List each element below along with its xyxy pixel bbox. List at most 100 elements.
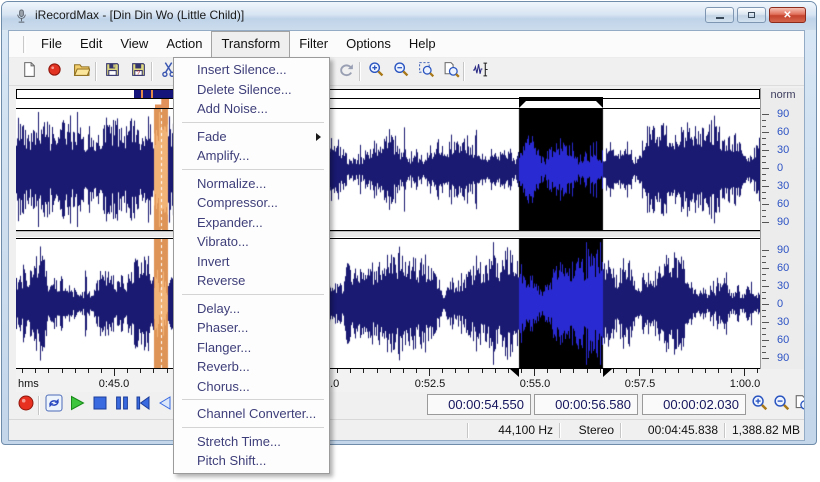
menu-item-normalize[interactable]: Normalize... xyxy=(174,174,329,194)
play-button[interactable] xyxy=(67,395,87,415)
status-sample-rate: 44,100 Hz xyxy=(471,423,553,437)
scale-tick xyxy=(762,298,766,299)
svg-text:?: ? xyxy=(136,70,140,77)
waveform-channel-left[interactable] xyxy=(16,108,760,231)
menu-item-reverb[interactable]: Reverb... xyxy=(174,357,329,377)
toolbar-separator xyxy=(463,62,465,81)
menu-filter[interactable]: Filter xyxy=(290,31,337,57)
record-button[interactable] xyxy=(16,395,36,415)
menu-separator xyxy=(182,294,324,295)
scale-label: 90 xyxy=(777,108,803,120)
waveform-canvas-left[interactable] xyxy=(16,109,760,230)
scale-label: 0 xyxy=(777,162,803,174)
ruler-tick xyxy=(403,369,404,373)
new-file-button[interactable] xyxy=(18,61,40,83)
toolbar: ? xyxy=(9,58,804,86)
menu-edit[interactable]: Edit xyxy=(71,31,111,57)
record-button[interactable] xyxy=(43,61,65,83)
ruler-tick xyxy=(692,369,693,373)
zoom-out-small-button[interactable] xyxy=(772,395,792,415)
scale-label: 0 xyxy=(777,298,803,310)
menu-view[interactable]: View xyxy=(111,31,157,57)
waveform-cursor-button[interactable] xyxy=(469,61,491,83)
toolbar-separator xyxy=(359,62,361,81)
ruler-tick xyxy=(718,369,719,373)
ruler-time-label: 0:55.0 xyxy=(512,378,558,390)
close-button[interactable]: ✕ xyxy=(769,7,806,23)
stop-button[interactable] xyxy=(90,395,110,415)
save-as-button[interactable]: ? xyxy=(127,61,149,83)
menu-item-compressor[interactable]: Compressor... xyxy=(174,193,329,213)
overview-selection-marker xyxy=(151,90,153,98)
waveform-channel-right[interactable] xyxy=(16,238,760,369)
client-area: FileEditViewActionTransformFilterOptions… xyxy=(8,30,805,441)
statusbar-separator xyxy=(620,423,622,438)
app-icon xyxy=(14,9,29,24)
menu-item-invert[interactable]: Invert xyxy=(174,252,329,272)
redo-icon xyxy=(338,61,355,83)
scale-tick xyxy=(762,268,769,269)
waveform-cursor-icon xyxy=(472,61,489,83)
save-icon xyxy=(104,61,121,83)
maximize-button[interactable] xyxy=(737,7,766,23)
menu-item-phaser[interactable]: Phaser... xyxy=(174,318,329,338)
menu-item-expander[interactable]: Expander... xyxy=(174,213,329,233)
zoom-document-icon xyxy=(443,61,460,83)
pause-button[interactable] xyxy=(112,395,132,415)
scale-norm-label: norm xyxy=(761,89,805,101)
menu-item-flanger[interactable]: Flanger... xyxy=(174,338,329,358)
ruler-tick xyxy=(429,369,430,376)
overview-bar[interactable] xyxy=(16,89,760,99)
save-as-icon: ? xyxy=(130,61,147,83)
open-file-icon xyxy=(73,61,90,83)
scale-tick xyxy=(762,322,769,323)
save-button[interactable] xyxy=(101,61,123,83)
menu-item-fade[interactable]: Fade xyxy=(174,127,329,147)
menu-item-reverse[interactable]: Reverse xyxy=(174,271,329,291)
scale-tick xyxy=(762,310,766,311)
menu-item-chorus[interactable]: Chorus... xyxy=(174,377,329,397)
status-duration: 00:04:45.838 xyxy=(624,423,718,437)
ruler-tick xyxy=(62,369,63,373)
timeline-ruler[interactable]: hms 0:45.00:47.50:50.00:52.50:55.00:57.5… xyxy=(16,369,760,392)
zoom-out-button[interactable] xyxy=(390,61,412,83)
loop-button[interactable] xyxy=(44,395,64,415)
title-bar[interactable]: iRecordMax - [Din Din Wo (Little Child)]… xyxy=(2,2,816,30)
minimize-button[interactable] xyxy=(705,7,734,23)
ruler-tick xyxy=(101,369,102,373)
menu-options[interactable]: Options xyxy=(337,31,400,57)
amplitude-scale: norm 90603003060909060300306090 xyxy=(760,88,805,369)
submenu-arrow-icon xyxy=(316,133,321,141)
play-icon xyxy=(68,394,86,417)
previous-button[interactable] xyxy=(155,395,175,415)
selection-range-bracket[interactable] xyxy=(519,97,603,101)
status-channels: Stereo xyxy=(563,423,614,437)
ruler-tick xyxy=(153,369,154,373)
menu-item-insert-silence[interactable]: Insert Silence... xyxy=(174,60,329,80)
menu-action[interactable]: Action xyxy=(157,31,211,57)
menu-transform[interactable]: Transform xyxy=(211,31,290,57)
ruler-tick xyxy=(455,369,456,373)
zoom-selection-button[interactable] xyxy=(415,61,437,83)
menu-item-pitch-shift[interactable]: Pitch Shift... xyxy=(174,451,329,471)
record-icon xyxy=(46,61,63,83)
zoom-document-small-button[interactable] xyxy=(793,395,805,415)
skip-start-button[interactable] xyxy=(133,395,153,415)
menu-item-stretch-time[interactable]: Stretch Time... xyxy=(174,432,329,452)
menu-item-channel-converter[interactable]: Channel Converter... xyxy=(174,404,329,424)
menu-help[interactable]: Help xyxy=(400,31,445,57)
zoom-in-button[interactable] xyxy=(365,61,387,83)
redo-button[interactable] xyxy=(335,61,357,83)
scale-tick xyxy=(762,204,769,205)
menu-item-add-noise[interactable]: Add Noise... xyxy=(174,99,329,119)
waveform-canvas-right[interactable] xyxy=(16,239,760,368)
menu-file[interactable]: File xyxy=(32,31,71,57)
zoom-document-button[interactable] xyxy=(440,61,462,83)
maximize-icon xyxy=(748,12,755,18)
zoom-in-small-button[interactable] xyxy=(750,395,770,415)
open-file-button[interactable] xyxy=(70,61,92,83)
menu-item-delete-silence[interactable]: Delete Silence... xyxy=(174,80,329,100)
menu-item-amplify[interactable]: Amplify... xyxy=(174,146,329,166)
menu-item-delay[interactable]: Delay... xyxy=(174,299,329,319)
menu-item-vibrato[interactable]: Vibrato... xyxy=(174,232,329,252)
